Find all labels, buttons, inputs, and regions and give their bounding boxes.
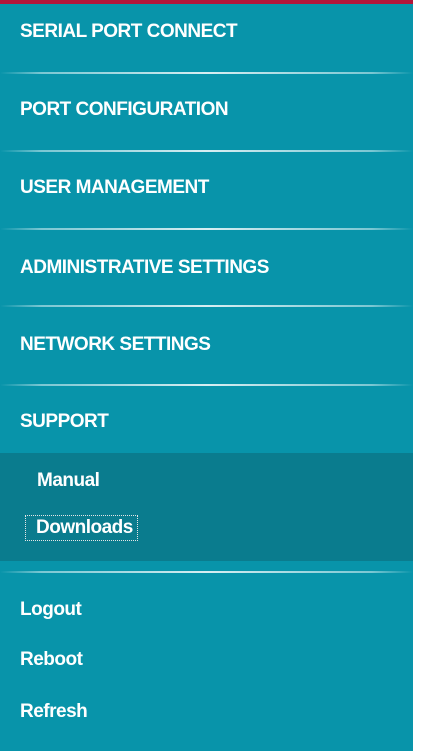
- menu-divider: [0, 228, 413, 230]
- submenu-item-manual[interactable]: Manual: [37, 470, 100, 492]
- menu-divider: [0, 72, 413, 74]
- menu-divider: [0, 571, 413, 573]
- menu-item-network-settings[interactable]: NETWORK SETTINGS: [20, 334, 211, 356]
- menu-item-user-management[interactable]: USER MANAGEMENT: [20, 177, 209, 199]
- refresh-link[interactable]: Refresh: [20, 701, 88, 723]
- support-submenu: Manual Downloads: [0, 453, 413, 561]
- reboot-link[interactable]: Reboot: [20, 649, 83, 671]
- sidebar-nav: SERIAL PORT CONNECT PORT CONFIGURATION U…: [0, 0, 413, 751]
- menu-item-port-configuration[interactable]: PORT CONFIGURATION: [20, 99, 229, 121]
- menu-item-administrative-settings[interactable]: ADMINISTRATIVE SETTINGS: [20, 257, 269, 279]
- submenu-item-downloads[interactable]: Downloads: [25, 515, 138, 541]
- logout-link[interactable]: Logout: [20, 599, 82, 621]
- menu-divider: [0, 384, 413, 386]
- menu-divider: [0, 305, 413, 307]
- menu-item-serial-port-connect[interactable]: SERIAL PORT CONNECT: [20, 21, 238, 43]
- menu-item-support[interactable]: SUPPORT: [20, 411, 109, 433]
- menu-divider: [0, 150, 413, 152]
